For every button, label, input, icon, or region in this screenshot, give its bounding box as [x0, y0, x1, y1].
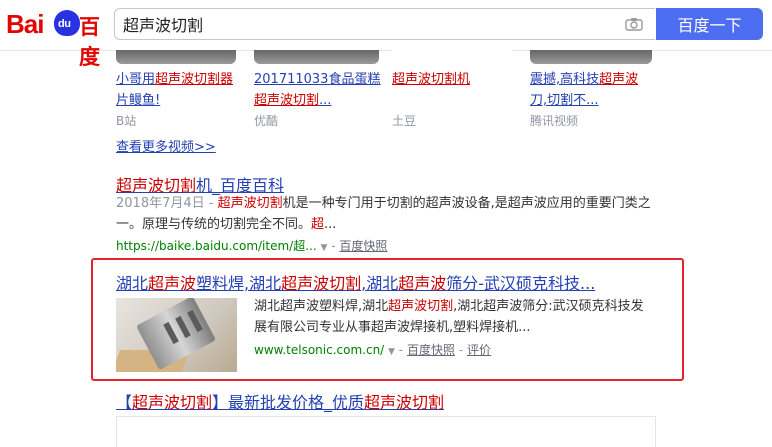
- more-videos-link[interactable]: 查看更多视频>>: [116, 136, 216, 155]
- result-title-text: 塑料焊,湖北: [196, 274, 282, 293]
- video-title-2[interactable]: 201711033食品蛋糕 超声波切割...: [254, 69, 384, 111]
- result-url[interactable]: https://baike.baidu.com/item/超...: [116, 239, 317, 253]
- result-title-text: ,湖北: [361, 274, 399, 293]
- video-title-highlight: 超声波切割器: [155, 72, 234, 87]
- header: Bai du 百度 百度一下: [0, 0, 772, 69]
- result-title-text: 筛分-武汉硕克科技...: [446, 274, 596, 293]
- result-title-highlight: 超声波: [398, 274, 447, 293]
- video-source: 优酷: [254, 114, 279, 128]
- video-title-1[interactable]: 小哥用超声波切割器片鳗鱼!: [116, 69, 246, 111]
- result-thumbnail[interactable]: [116, 298, 237, 372]
- result-url-line-1: https://baike.baidu.com/item/超... ▼ - 百度…: [116, 237, 387, 254]
- camera-icon[interactable]: [625, 17, 643, 31]
- dropdown-arrow-icon[interactable]: ▼: [388, 347, 395, 357]
- result-title-highlight: 超声波切割: [281, 274, 362, 293]
- snippet-highlight: 超声波切割: [388, 299, 454, 314]
- separator: -: [398, 343, 404, 357]
- baidu-logo[interactable]: Bai du 百度: [6, 8, 111, 69]
- snippet-highlight: 超: [311, 217, 325, 232]
- paw-icon: du: [54, 10, 80, 36]
- snippet-text: 湖北超声波塑料焊,湖北: [254, 299, 389, 314]
- search-button[interactable]: 百度一下: [656, 8, 763, 40]
- result-title-text: 】最新批发价格_优质: [212, 393, 365, 412]
- video-source: 土豆: [392, 114, 417, 128]
- result-snippet-2: 湖北超声波塑料焊,湖北超声波切割,湖北超声波筛分:武汉硕克科技发展有限公司专业从…: [254, 296, 654, 338]
- video-thumbnail[interactable]: [392, 50, 512, 64]
- result-url-line-2: www.telsonic.com.cn/ ▼ - 百度快照 - 评价: [254, 341, 491, 358]
- logo-bai: Bai: [6, 9, 44, 39]
- separator: -: [458, 343, 464, 357]
- video-title-highlight: 超声波切割机: [392, 72, 471, 87]
- cache-link[interactable]: 百度快照: [339, 239, 387, 253]
- video-title-text: ...: [319, 93, 332, 108]
- search-input[interactable]: [123, 9, 603, 39]
- result-title-2[interactable]: 湖北超声波塑料焊,湖北超声波切割,湖北超声波筛分-武汉硕克科技...: [116, 270, 595, 294]
- result-title-text: 湖北: [116, 274, 149, 293]
- result-url[interactable]: www.telsonic.com.cn/: [254, 343, 384, 357]
- snippet-highlight: 超声波切割: [217, 196, 283, 211]
- snippet-text: ...: [324, 217, 337, 232]
- video-title-text: 片鳗鱼!: [116, 93, 161, 108]
- result-snippet-1: 2018年7月4日 - 超声波切割机是一种专门用于切割的超声波设备,是超声波应用…: [116, 193, 656, 235]
- result-date: 2018年7月4日 -: [116, 196, 214, 211]
- logo-baidu: 百度: [79, 16, 100, 69]
- result-title-text: 【: [116, 393, 133, 412]
- separator: -: [331, 239, 336, 253]
- video-title-text: 小哥用: [116, 72, 156, 87]
- video-title-3[interactable]: 超声波切割机: [392, 69, 522, 90]
- video-source: B站: [116, 114, 137, 128]
- dropdown-arrow-icon[interactable]: ▼: [320, 243, 327, 253]
- video-title-highlight: 超声波: [599, 72, 639, 87]
- logo-paw-text: du: [58, 18, 71, 30]
- video-thumbnail[interactable]: [530, 50, 652, 64]
- cache-link[interactable]: 百度快照: [407, 343, 455, 357]
- video-title-text: 震撼,高科技: [530, 72, 600, 87]
- video-title-text: 刀,切割不...: [530, 93, 599, 108]
- result-title-highlight: 超声波切割: [132, 393, 213, 412]
- search-box: [114, 8, 655, 40]
- video-thumbnail[interactable]: [116, 50, 236, 64]
- video-title-highlight: 超声波切割: [254, 93, 320, 108]
- result-title-highlight: 超声波: [148, 274, 197, 293]
- video-thumbnail[interactable]: [254, 50, 379, 64]
- video-title-text: 201711033食品蛋糕: [254, 72, 381, 87]
- review-link[interactable]: 评价: [467, 343, 491, 357]
- video-source: 腾讯视频: [530, 114, 579, 128]
- result-title-highlight: 超声波切割: [364, 393, 445, 412]
- video-title-4[interactable]: 震撼,高科技超声波 刀,切割不...: [530, 69, 660, 111]
- result-title-3[interactable]: 【超声波切割】最新批发价格_优质超声波切割: [116, 389, 444, 413]
